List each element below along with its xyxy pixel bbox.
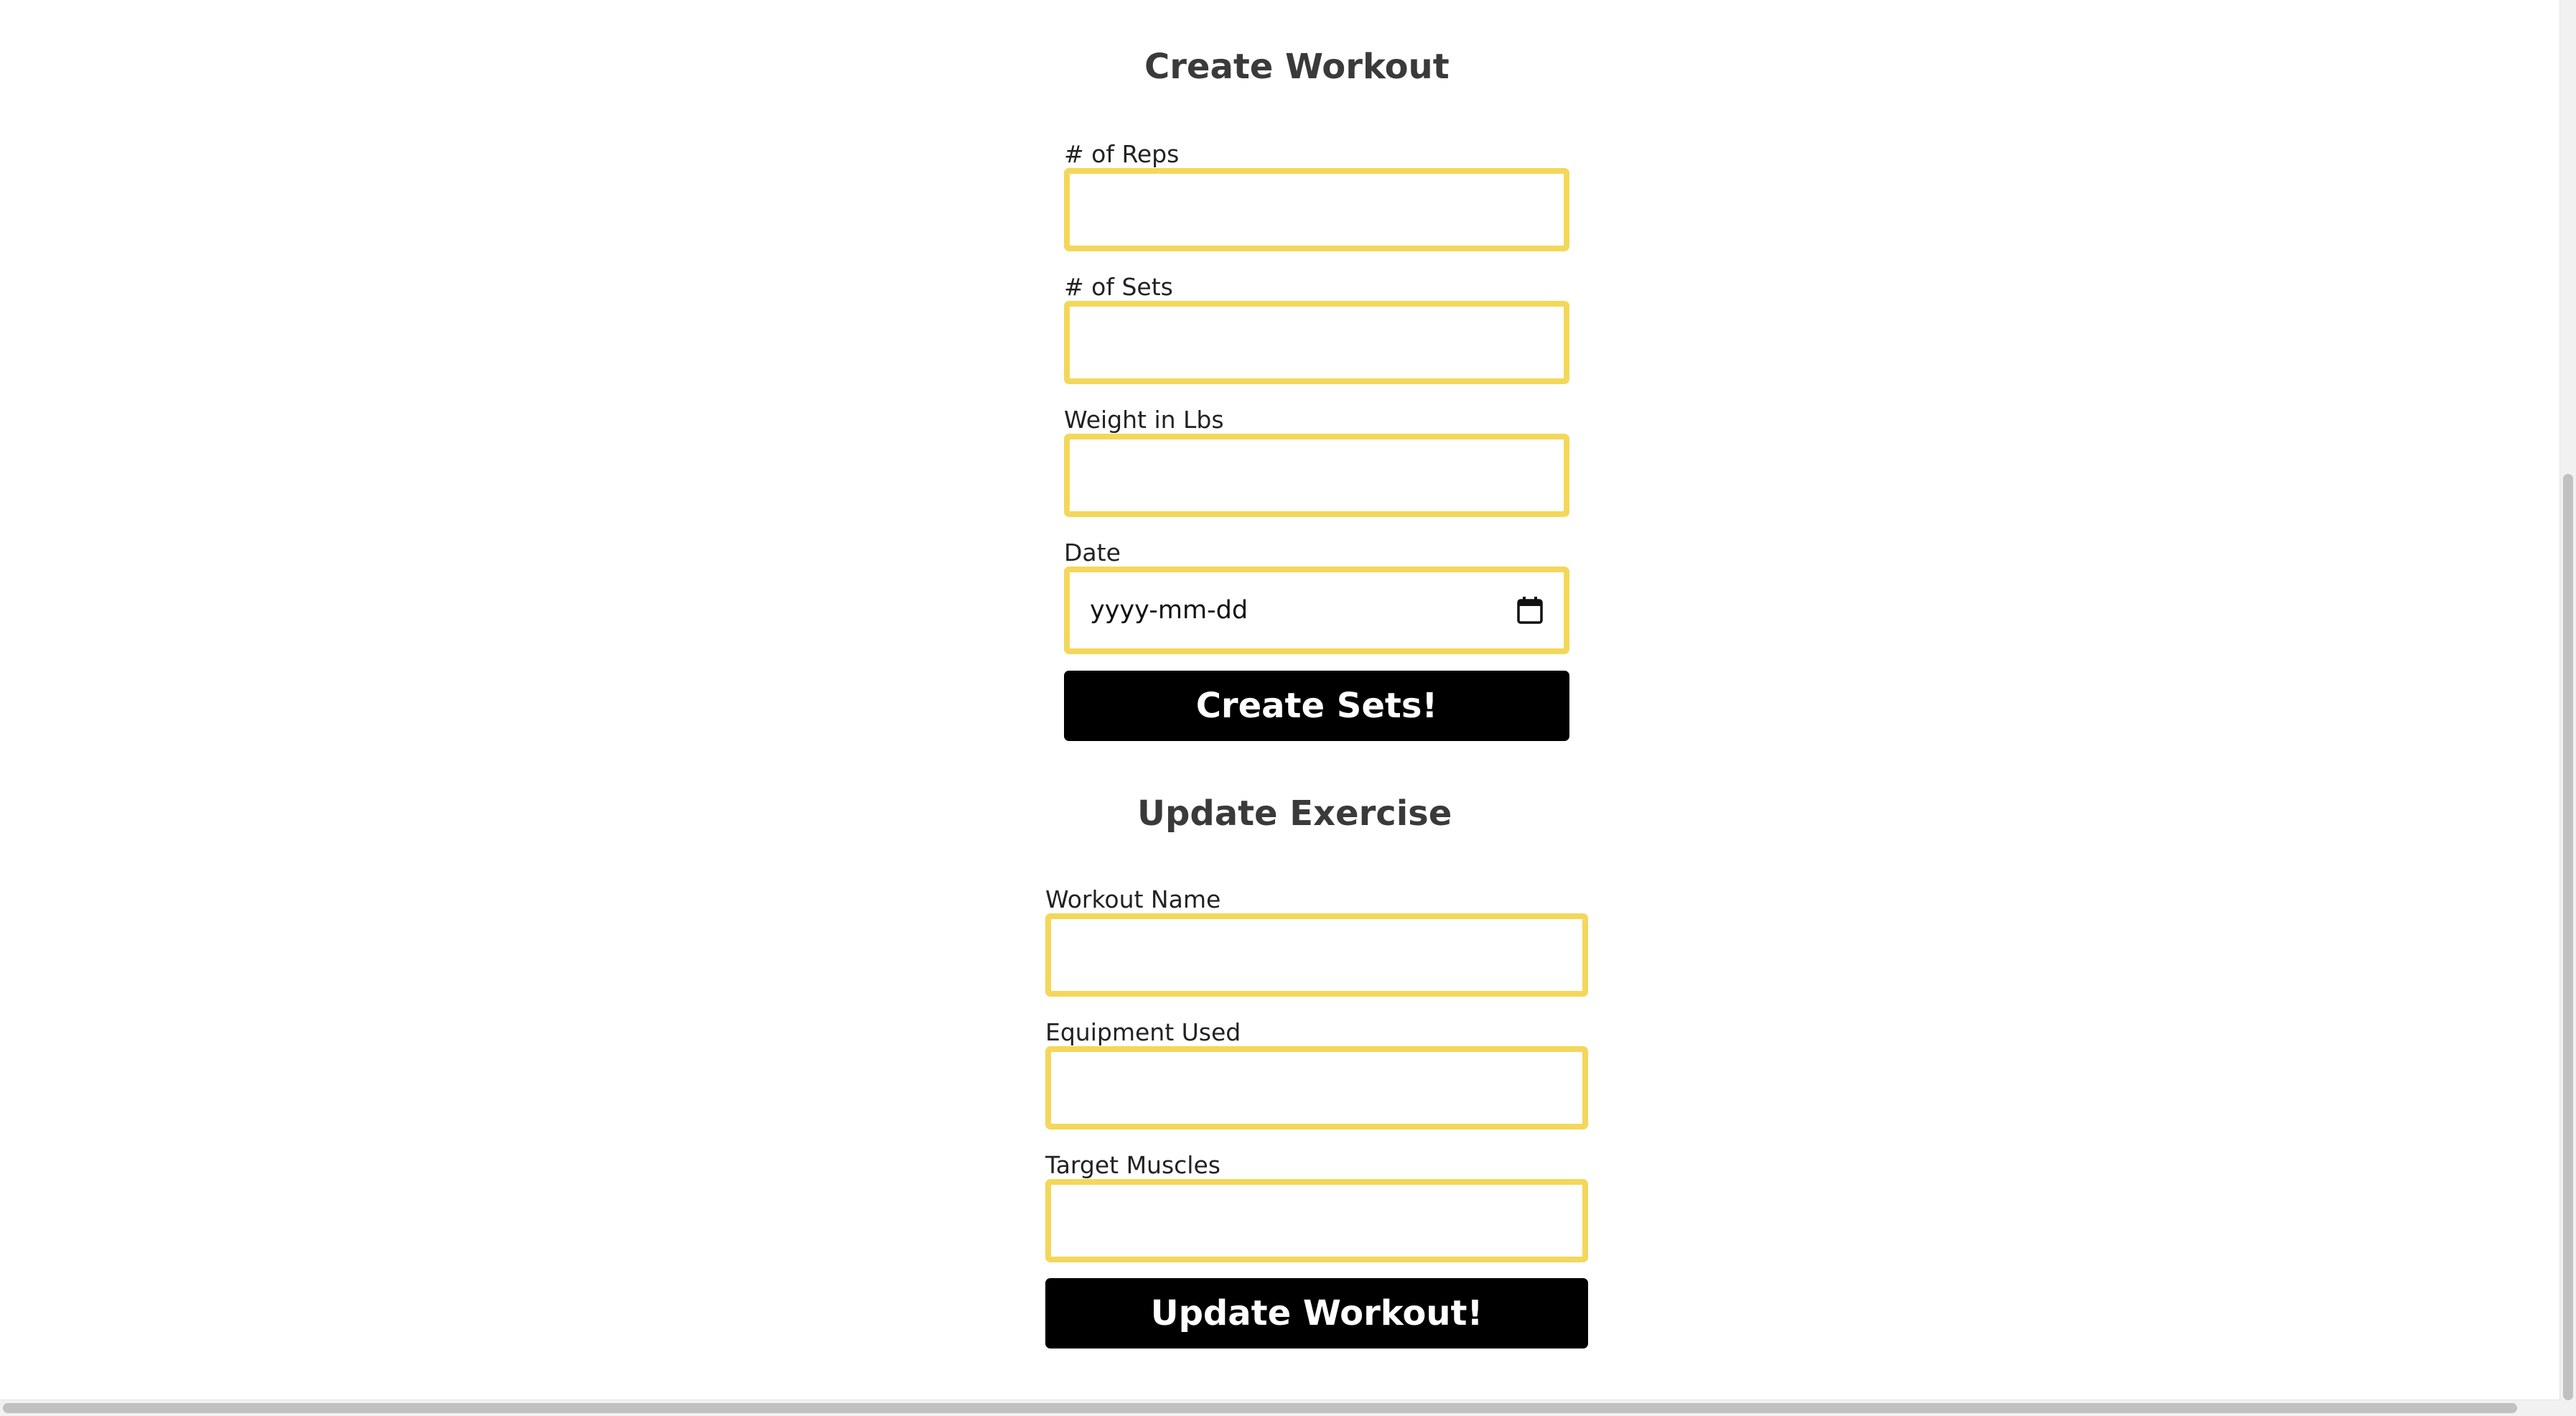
vertical-scrollbar[interactable] — [2559, 0, 2576, 1416]
date-placeholder: yyyy-mm-dd — [1090, 596, 1249, 625]
equipment-input[interactable] — [1045, 1046, 1588, 1129]
calendar-icon[interactable] — [1516, 596, 1544, 625]
update-exercise-title: Update Exercise — [1137, 793, 1452, 834]
sets-input[interactable] — [1064, 301, 1569, 384]
update-workout-button[interactable]: Update Workout! — [1045, 1278, 1588, 1349]
page: Create Workout # of Reps # of Sets Weigh… — [0, 0, 2560, 1399]
horizontal-scrollbar[interactable] — [0, 1399, 2560, 1416]
target-muscles-label: Target Muscles — [1045, 1151, 1221, 1179]
vertical-scrollbar-thumb[interactable] — [2563, 474, 2573, 1400]
weight-label: Weight in Lbs — [1064, 406, 1224, 434]
create-workout-title: Create Workout — [1144, 47, 1450, 87]
sets-label: # of Sets — [1064, 273, 1173, 301]
reps-input[interactable] — [1064, 168, 1569, 251]
date-label: Date — [1064, 539, 1121, 567]
create-sets-button[interactable]: Create Sets! — [1064, 671, 1569, 741]
workout-name-input[interactable] — [1045, 913, 1588, 997]
target-muscles-input[interactable] — [1045, 1179, 1588, 1262]
date-input[interactable]: yyyy-mm-dd — [1064, 567, 1569, 654]
horizontal-scrollbar-thumb[interactable] — [3, 1403, 2517, 1413]
reps-label: # of Reps — [1064, 140, 1180, 168]
weight-input[interactable] — [1064, 434, 1569, 517]
workout-name-label: Workout Name — [1045, 885, 1221, 913]
equipment-label: Equipment Used — [1045, 1018, 1241, 1046]
